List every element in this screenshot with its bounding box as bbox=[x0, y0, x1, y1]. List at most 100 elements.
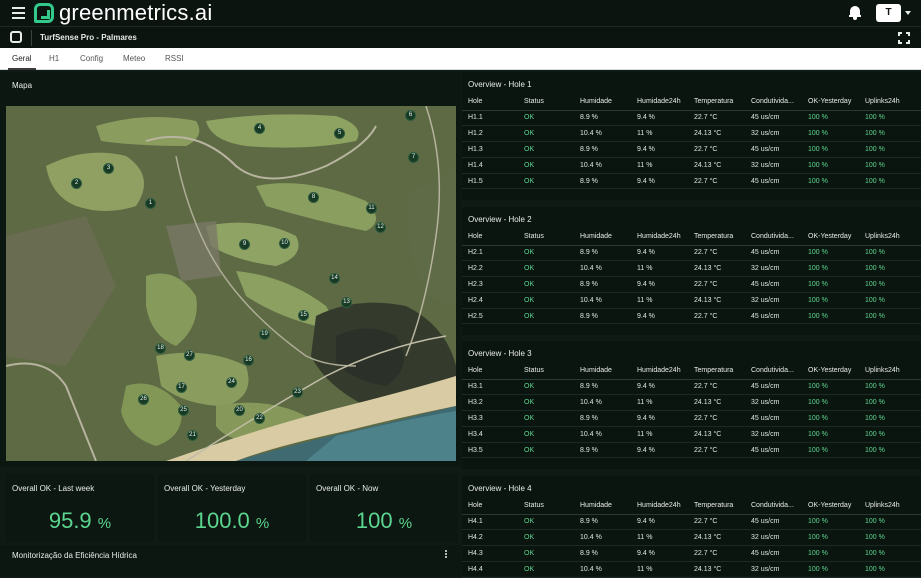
user-menu-button[interactable]: T bbox=[876, 4, 901, 22]
column-header[interactable]: Temperatura bbox=[688, 229, 745, 246]
table-row[interactable]: H1.4 OK 10.4 % 11 % 24.13 °C 32 us/cm 100 % 100… bbox=[462, 157, 921, 174]
dashboard-logo-icon bbox=[10, 31, 22, 43]
column-header[interactable]: Status bbox=[518, 229, 574, 246]
column-header[interactable]: Condutividа... bbox=[745, 498, 802, 515]
column-header[interactable]: Humidade bbox=[574, 229, 631, 246]
table-row[interactable]: H3.1 OK 8.9 % 9.4 % 22.7 °C 45 us/cm 100 % 100 … bbox=[462, 379, 921, 396]
column-header[interactable]: Status bbox=[518, 94, 574, 111]
hole-id-cell: H3.5 bbox=[462, 442, 518, 459]
hole-marker-26[interactable]: 26 bbox=[138, 394, 149, 405]
hole-marker-14[interactable]: 14 bbox=[329, 273, 340, 284]
hole-marker-20[interactable]: 20 bbox=[234, 405, 245, 416]
caret-down-icon[interactable] bbox=[905, 11, 911, 15]
status-cell: OK bbox=[518, 173, 574, 190]
status-cell: OK bbox=[518, 514, 574, 531]
column-header[interactable]: Status bbox=[518, 498, 574, 515]
table-row[interactable]: H2.1 OK 8.9 % 9.4 % 22.7 °C 45 us/cm 100 % 100 … bbox=[462, 245, 921, 262]
table-row[interactable]: H2.2 OK 10.4 % 11 % 24.13 °C 32 us/cm 100 % 100… bbox=[462, 260, 921, 278]
column-header[interactable]: Uplinks24h bbox=[859, 498, 921, 515]
hole-marker-10[interactable]: 10 bbox=[279, 238, 290, 249]
hole-marker-25[interactable]: 25 bbox=[178, 405, 189, 416]
column-header[interactable]: Temperatura bbox=[688, 498, 745, 515]
table-row[interactable]: H1.2 OK 10.4 % 11 % 24.13 °C 32 us/cm 100 % 100… bbox=[462, 125, 921, 143]
column-header[interactable]: Uplinks24h bbox=[859, 229, 921, 246]
column-header[interactable]: Humidade24h bbox=[631, 229, 688, 246]
hole-marker-27[interactable]: 27 bbox=[184, 350, 195, 361]
hole-marker-23[interactable]: 23 bbox=[292, 387, 303, 398]
column-header[interactable]: Hole bbox=[462, 363, 518, 380]
column-header[interactable]: OK-Yesterday bbox=[802, 498, 859, 515]
column-header[interactable]: Hole bbox=[462, 229, 518, 246]
table-cell: 100 % bbox=[802, 308, 859, 325]
table-row[interactable]: H4.4 OK 10.4 % 11 % 24.13 °C 32 us/cm 100 % 100… bbox=[462, 561, 921, 578]
hole-marker-21[interactable]: 21 bbox=[187, 430, 198, 441]
table-row[interactable]: H3.5 OK 8.9 % 9.4 % 22.7 °C 45 us/cm 100 % 100 … bbox=[462, 442, 921, 459]
column-header[interactable]: Status bbox=[518, 363, 574, 380]
hole-marker-4[interactable]: 4 bbox=[254, 123, 265, 134]
hole-marker-24[interactable]: 24 bbox=[226, 377, 237, 388]
hole-marker-6[interactable]: 6 bbox=[405, 110, 416, 121]
table-cell: 9.4 % bbox=[631, 410, 688, 427]
hole-marker-18[interactable]: 18 bbox=[155, 343, 166, 354]
table-row[interactable]: H4.1 OK 8.9 % 9.4 % 22.7 °C 45 us/cm 100 % 100 … bbox=[462, 514, 921, 531]
hole-marker-16[interactable]: 16 bbox=[243, 355, 254, 366]
hole-marker-19[interactable]: 19 bbox=[259, 329, 270, 340]
column-header[interactable]: Humidade24h bbox=[631, 94, 688, 111]
menu-icon[interactable] bbox=[12, 7, 25, 19]
column-header[interactable]: Hole bbox=[462, 94, 518, 111]
hole-marker-2[interactable]: 2 bbox=[71, 178, 82, 189]
hole-marker-7[interactable]: 7 bbox=[408, 152, 419, 163]
hole-marker-11[interactable]: 11 bbox=[366, 203, 377, 214]
table-row[interactable]: H4.3 OK 8.9 % 9.4 % 22.7 °C 45 us/cm 100 % 100 … bbox=[462, 545, 921, 562]
table-row[interactable]: H1.1 OK 8.9 % 9.4 % 22.7 °C 45 us/cm 100 % 100 … bbox=[462, 110, 921, 127]
column-header[interactable]: Condutividа... bbox=[745, 363, 802, 380]
column-header[interactable]: Temperatura bbox=[688, 363, 745, 380]
table-cell: 22.7 °C bbox=[688, 245, 745, 262]
more-options-icon[interactable] bbox=[445, 550, 448, 559]
column-header[interactable]: Humidade bbox=[574, 94, 631, 111]
column-header[interactable]: Condutividа... bbox=[745, 229, 802, 246]
column-header[interactable]: Humidade bbox=[574, 363, 631, 380]
column-header[interactable]: Uplinks24h bbox=[859, 363, 921, 380]
table-row[interactable]: H4.2 OK 10.4 % 11 % 24.13 °C 32 us/cm 100 % 100… bbox=[462, 529, 921, 547]
hole-marker-1[interactable]: 1 bbox=[145, 198, 156, 209]
table-row[interactable]: H2.3 OK 8.9 % 9.4 % 22.7 °C 45 us/cm 100 % 100 … bbox=[462, 276, 921, 293]
column-header[interactable]: OK-Yesterday bbox=[802, 94, 859, 111]
hole-marker-15[interactable]: 15 bbox=[298, 310, 309, 321]
hole-marker-17[interactable]: 17 bbox=[176, 382, 187, 393]
hole-marker-3[interactable]: 3 bbox=[103, 163, 114, 174]
table-row[interactable]: H2.4 OK 10.4 % 11 % 24.13 °C 32 us/cm 100 % 100… bbox=[462, 292, 921, 309]
golf-course-map[interactable]: 1 2 3 4 5 6 7 8 9 10 11 12 13 14 15 16 17 18 19 20 21 22 23 24 2… bbox=[6, 106, 456, 461]
notifications-bell-icon[interactable] bbox=[849, 6, 861, 20]
brand-logo[interactable]: greenmetrics.ai bbox=[34, 2, 212, 24]
tab-h1[interactable]: H1 bbox=[45, 48, 63, 70]
hole-marker-22[interactable]: 22 bbox=[254, 413, 265, 424]
column-header[interactable]: Temperatura bbox=[688, 94, 745, 111]
column-header[interactable]: OK-Yesterday bbox=[802, 363, 859, 380]
hole-marker-5[interactable]: 5 bbox=[334, 128, 345, 139]
hole-marker-8[interactable]: 8 bbox=[308, 192, 319, 203]
table-row[interactable]: H2.5 OK 8.9 % 9.4 % 22.7 °C 45 us/cm 100 % 100 … bbox=[462, 308, 921, 325]
column-header[interactable]: Condutividа... bbox=[745, 94, 802, 111]
table-row[interactable]: H1.5 OK 8.9 % 9.4 % 22.7 °C 45 us/cm 100 % 100 … bbox=[462, 173, 921, 190]
table-row[interactable]: H3.3 OK 8.9 % 9.4 % 22.7 °C 45 us/cm 100 % 100 … bbox=[462, 410, 921, 427]
table-row[interactable]: H3.4 OK 10.4 % 11 % 24.13 °C 32 us/cm 100 % 100… bbox=[462, 426, 921, 443]
column-header[interactable]: Humidade24h bbox=[631, 498, 688, 515]
fullscreen-icon[interactable] bbox=[898, 32, 910, 44]
table-row[interactable]: H3.2 OK 10.4 % 11 % 24.13 °C 32 us/cm 100 % 100… bbox=[462, 394, 921, 412]
hole-marker-12[interactable]: 12 bbox=[375, 222, 386, 233]
table-row[interactable]: H1.3 OK 8.9 % 9.4 % 22.7 °C 45 us/cm 100 % 100 … bbox=[462, 141, 921, 158]
tab-meteo[interactable]: Meteo bbox=[119, 48, 149, 70]
column-header[interactable]: Humidade bbox=[574, 498, 631, 515]
tab-rssi[interactable]: RSSI bbox=[161, 48, 188, 70]
column-header[interactable]: Humidade24h bbox=[631, 363, 688, 380]
column-header[interactable]: OK-Yesterday bbox=[802, 229, 859, 246]
hole-marker-13[interactable]: 13 bbox=[341, 297, 352, 308]
table-cell: 45 us/cm bbox=[745, 410, 802, 427]
column-header[interactable]: Uplinks24h bbox=[859, 94, 921, 111]
table-cell: 100 % bbox=[859, 110, 921, 127]
tab-geral[interactable]: Geral bbox=[8, 48, 36, 70]
hole-marker-9[interactable]: 9 bbox=[239, 239, 250, 250]
column-header[interactable]: Hole bbox=[462, 498, 518, 515]
tab-config[interactable]: Config bbox=[76, 48, 107, 70]
